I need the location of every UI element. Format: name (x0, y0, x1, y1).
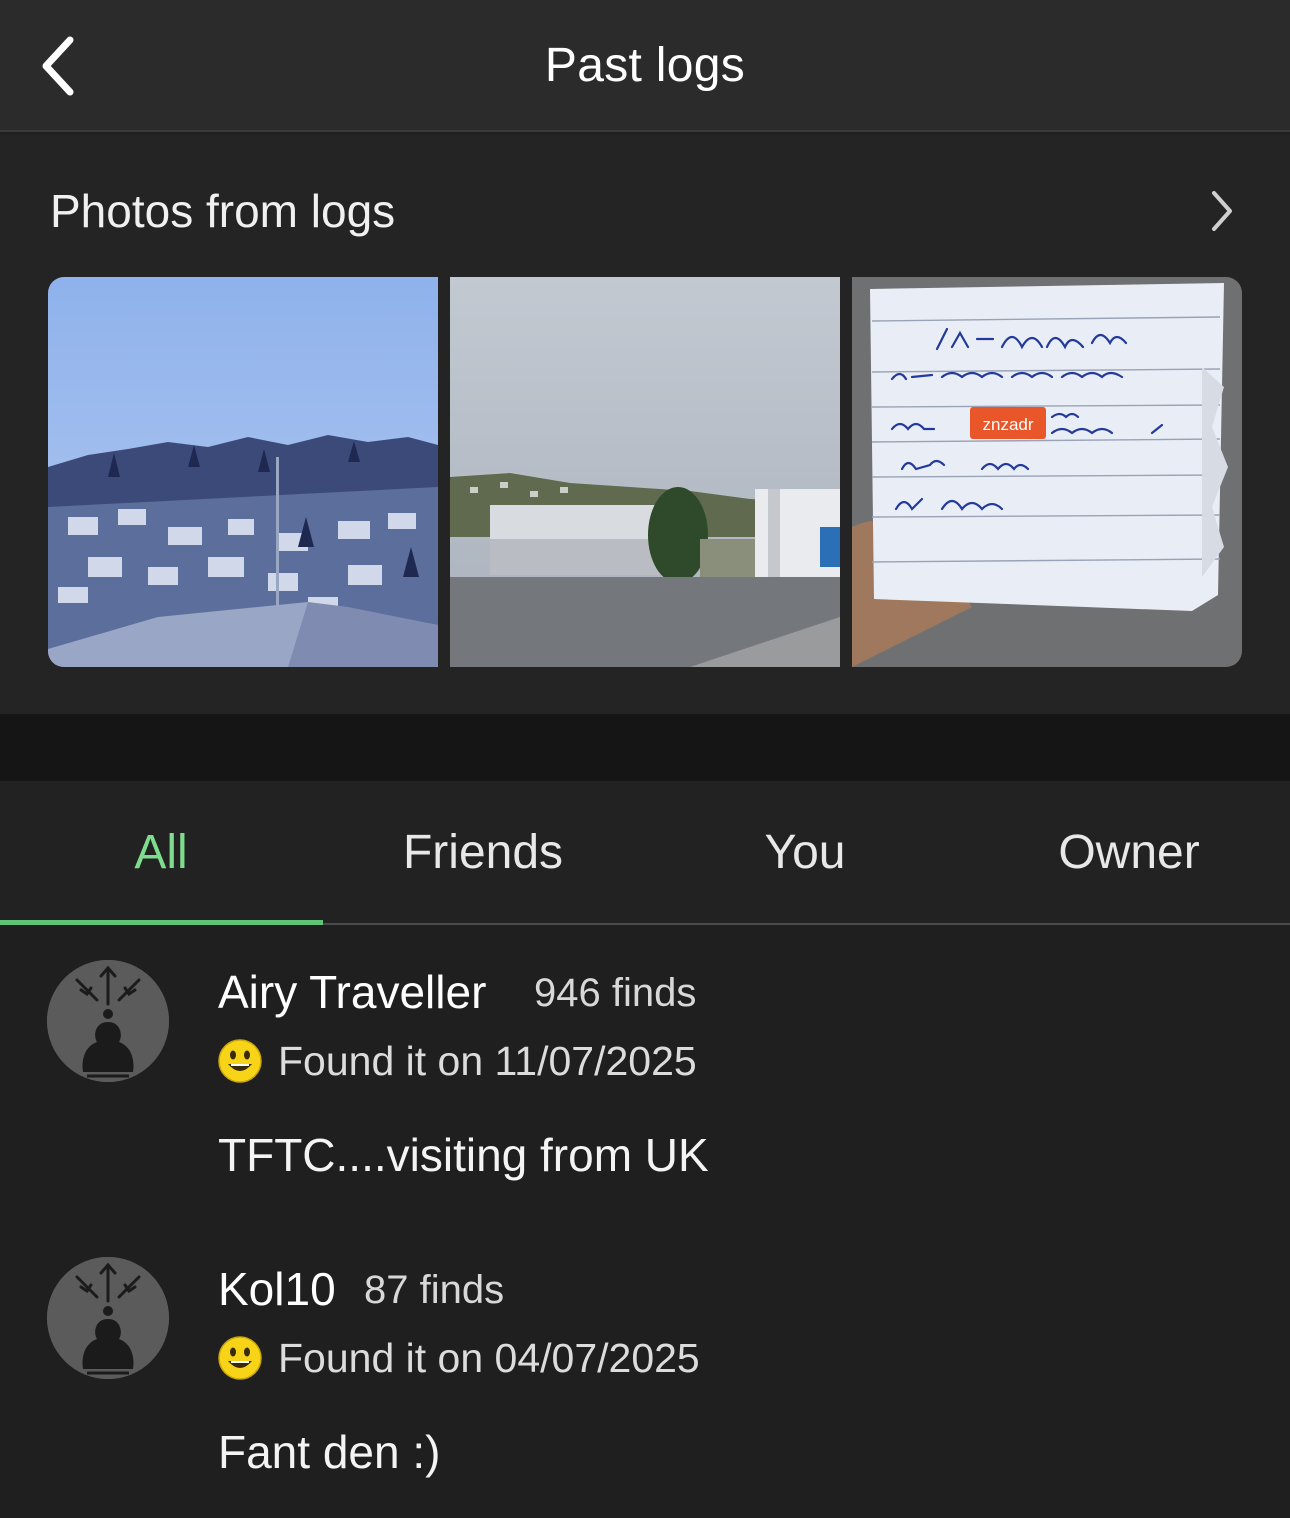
avatar[interactable] (47, 1257, 169, 1379)
log-entry: Airy Traveller 946 finds Found it on 11/… (0, 925, 1290, 1225)
header-bar: Past logs (0, 0, 1290, 132)
photos-section-title[interactable]: Photos from logs (50, 184, 395, 238)
past-logs-screen: Past logs Photos from logs znzadr All Fr… (0, 0, 1290, 1518)
tab-owner[interactable]: Owner (968, 781, 1290, 923)
tab-you[interactable]: You (644, 781, 966, 923)
page-title: Past logs (544, 39, 746, 92)
log-status-text: Found it on 11/07/2025 (278, 1038, 697, 1084)
found-it-smiley-icon (217, 1335, 263, 1381)
log-message: TFTC....visiting from UK (218, 1129, 709, 1181)
avatar[interactable] (47, 960, 169, 1082)
photo-thumbnails-row: znzadr (48, 277, 1242, 667)
photo-thumbnail-snowy-hillside[interactable] (48, 277, 438, 667)
photos-see-all-button[interactable] (1202, 186, 1242, 236)
znzadr-tag-label: znzadr (982, 415, 1033, 434)
photo-thumbnail-parking-lot[interactable] (450, 277, 840, 667)
log-entry: Kol10 87 finds Found it on 04/07/2025 Fa… (0, 1222, 1290, 1518)
log-status-text: Found it on 04/07/2025 (278, 1335, 700, 1381)
log-author-finds: 87 finds (364, 1268, 505, 1312)
default-avatar-icon (47, 960, 169, 1082)
photo-thumbnail-logsheet[interactable]: znzadr (852, 277, 1242, 667)
log-author-finds: 946 finds (534, 971, 697, 1015)
tab-friends[interactable]: Friends (322, 781, 644, 923)
log-message: Fant den :) (218, 1426, 441, 1478)
log-author-name[interactable]: Kol10 (218, 1262, 336, 1316)
log-filter-tabs: All Friends You Owner (0, 781, 1290, 925)
found-it-smiley-icon (217, 1038, 263, 1084)
tab-all[interactable]: All (0, 781, 322, 923)
chevron-right-icon (1212, 191, 1232, 231)
hillside-photo-image (48, 277, 438, 667)
section-divider (0, 714, 1290, 781)
parking-lot-photo-image (450, 277, 840, 667)
log-author-name[interactable]: Airy Traveller (218, 965, 486, 1019)
photos-from-logs-section: Photos from logs znzadr (0, 134, 1290, 714)
logsheet-photo-image: znzadr (852, 277, 1242, 667)
default-avatar-icon (47, 1257, 169, 1379)
